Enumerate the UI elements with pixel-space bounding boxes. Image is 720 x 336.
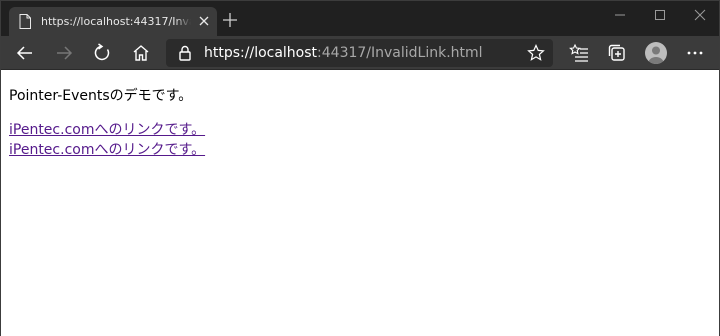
browser-tab[interactable]: https://localhost:44317/InvalidLink.html bbox=[9, 7, 217, 36]
star-icon[interactable] bbox=[527, 44, 545, 62]
more-icon[interactable] bbox=[685, 43, 705, 63]
url-scheme: https:// bbox=[204, 45, 255, 61]
collections-icon[interactable] bbox=[607, 43, 627, 63]
lock-icon[interactable] bbox=[178, 45, 192, 61]
address-bar[interactable]: https://localhost:44317/InvalidLink.html bbox=[166, 39, 553, 67]
new-tab-icon[interactable] bbox=[223, 13, 237, 27]
minimize-icon[interactable] bbox=[605, 5, 635, 25]
tab-title: https://localhost:44317/InvalidLink.html bbox=[41, 14, 191, 30]
back-arrow-icon[interactable] bbox=[15, 43, 35, 63]
page-content: Pointer-Eventsのデモです。 iPentec.comへのリンクです。… bbox=[1, 71, 719, 336]
refresh-icon[interactable] bbox=[92, 43, 112, 63]
maximize-icon[interactable] bbox=[645, 5, 675, 25]
forward-arrow-icon[interactable] bbox=[54, 43, 74, 63]
close-window-icon[interactable] bbox=[685, 5, 715, 25]
url-host: localhost bbox=[254, 45, 318, 61]
browser-window: https://localhost:44317/InvalidLink.html bbox=[0, 0, 720, 336]
ipentec-link-1[interactable]: iPentec.comへのリンクです。 bbox=[9, 121, 205, 139]
page-icon bbox=[19, 14, 31, 29]
favorites-icon[interactable] bbox=[569, 43, 589, 63]
home-icon[interactable] bbox=[131, 43, 151, 63]
profile-avatar-icon bbox=[648, 46, 664, 64]
page-description: Pointer-Eventsのデモです。 bbox=[9, 88, 193, 104]
browser-toolbar: https://localhost:44317/InvalidLink.html bbox=[1, 36, 719, 70]
tab-strip: https://localhost:44317/InvalidLink.html bbox=[1, 1, 719, 36]
ipentec-link-2[interactable]: iPentec.comへのリンクです。 bbox=[9, 141, 205, 159]
url-text[interactable]: https://localhost:44317/InvalidLink.html bbox=[204, 44, 483, 62]
profile-avatar[interactable] bbox=[645, 42, 667, 64]
tab-close-icon[interactable] bbox=[197, 14, 211, 28]
url-path: :44317/InvalidLink.html bbox=[317, 45, 483, 61]
